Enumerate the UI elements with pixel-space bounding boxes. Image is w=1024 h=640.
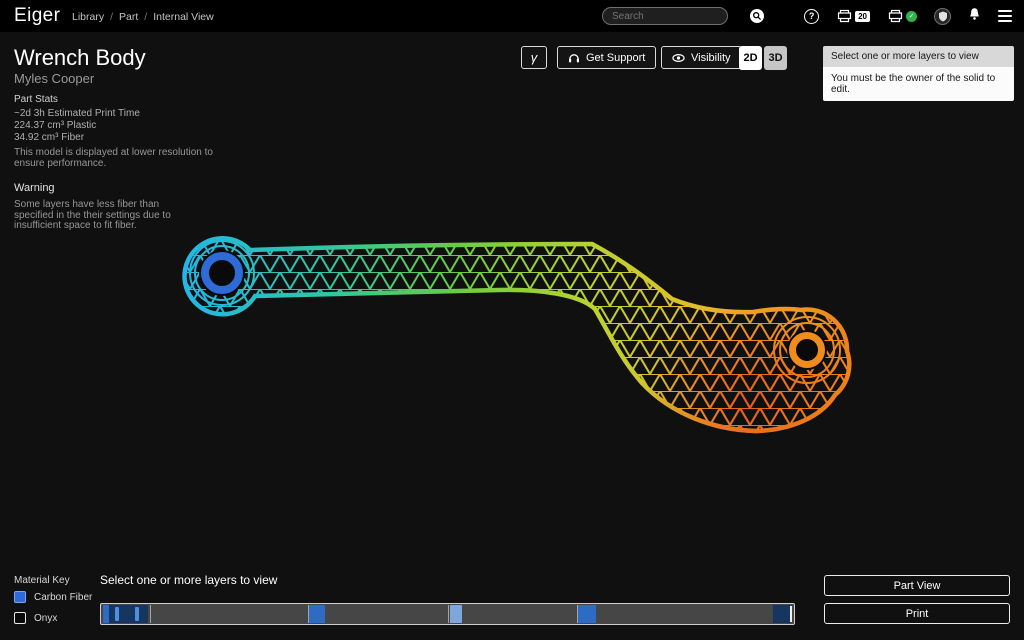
get-support-label: Get Support: [586, 52, 645, 64]
part-stats-heading: Part Stats: [14, 94, 140, 105]
layer-slider-handle[interactable]: [135, 607, 139, 621]
material-carbon-fiber: Carbon Fiber: [14, 591, 92, 603]
fiber-volume: 34.92 cm³ Fiber: [14, 132, 140, 144]
breadcrumb: Library / Part / Internal View: [72, 11, 214, 23]
visibility-button[interactable]: Visibility: [661, 46, 742, 69]
layer-segment[interactable]: [103, 605, 109, 623]
part-owner: Myles Cooper: [14, 71, 94, 86]
breadcrumb-separator: /: [144, 11, 147, 23]
visibility-label: Visibility: [691, 52, 731, 64]
layer-segment[interactable]: [773, 605, 790, 623]
queue-count-badge: 20: [855, 11, 870, 22]
help-icon[interactable]: ?: [804, 9, 819, 24]
search-input[interactable]: [603, 11, 750, 22]
breadcrumb-separator: /: [110, 11, 113, 23]
resolution-note: This model is displayed at lower resolut…: [14, 148, 213, 169]
breadcrumb-library[interactable]: Library: [72, 11, 104, 23]
page-title: Wrench Body: [14, 45, 146, 71]
layer-divider: [448, 605, 449, 623]
menu-icon[interactable]: [998, 10, 1012, 22]
layer-segment[interactable]: [578, 605, 595, 623]
layer-segment[interactable]: [450, 605, 462, 623]
view-2d-button[interactable]: 2D: [739, 46, 762, 70]
layer-divider: [308, 605, 309, 623]
plastic-volume: 224.37 cm³ Plastic: [14, 120, 140, 132]
get-support-button[interactable]: Get Support: [557, 46, 656, 69]
breadcrumb-internal-view[interactable]: Internal View: [153, 11, 214, 23]
app-window: Eiger Library / Part / Internal View ?: [0, 0, 1024, 640]
search-icon: [752, 11, 762, 21]
material-onyx: Onyx: [14, 612, 57, 624]
layer-slider-track[interactable]: [100, 603, 795, 625]
search-button[interactable]: [750, 9, 764, 23]
info-panel: Select one or more layers to view You mu…: [823, 46, 1014, 101]
layer-segment[interactable]: [309, 605, 325, 623]
onyx-swatch: [14, 612, 26, 624]
eye-icon: [672, 53, 685, 63]
layer-slider-handle[interactable]: [115, 607, 119, 621]
info-panel-line1: Select one or more layers to view: [823, 46, 1014, 67]
shield-icon[interactable]: [934, 8, 951, 25]
material-key-heading: Material Key: [14, 575, 70, 586]
print-time: ~2d 3h Estimated Print Time: [14, 108, 140, 120]
breadcrumb-part[interactable]: Part: [119, 11, 138, 23]
layer-slider-label: Select one or more layers to view: [100, 573, 277, 587]
printer-icon: [887, 9, 904, 23]
part-view-button[interactable]: Part View: [824, 575, 1010, 596]
top-bar: Eiger Library / Part / Internal View ?: [0, 0, 1024, 32]
fiber-view-button[interactable]: γ: [521, 46, 547, 69]
topbar-icons: ? 20 ✓: [804, 0, 1012, 32]
bell-icon: [968, 7, 981, 21]
print-queue-icon: [836, 9, 853, 23]
layer-divider: [150, 605, 151, 623]
info-panel-line2: You must be the owner of the solid to ed…: [823, 67, 1014, 101]
print-queue-button[interactable]: 20: [836, 9, 870, 23]
notifications-button[interactable]: [968, 7, 981, 26]
warning-block: Warning Some layers have less fiber than…: [14, 182, 171, 232]
printer-status-button[interactable]: ✓: [887, 9, 917, 23]
layer-divider: [577, 605, 578, 623]
print-button[interactable]: Print: [824, 603, 1010, 624]
printer-ok-icon: ✓: [906, 11, 917, 22]
part-stats: Part Stats ~2d 3h Estimated Print Time 2…: [14, 94, 140, 144]
view-3d-button[interactable]: 3D: [764, 46, 787, 70]
headset-icon: [568, 52, 580, 64]
search-box: [602, 7, 728, 25]
warning-heading: Warning: [14, 182, 171, 194]
app-logo[interactable]: Eiger: [14, 5, 60, 27]
carbon-fiber-swatch: [14, 591, 26, 603]
view-mode-toggle: 2D 3D: [739, 46, 787, 70]
